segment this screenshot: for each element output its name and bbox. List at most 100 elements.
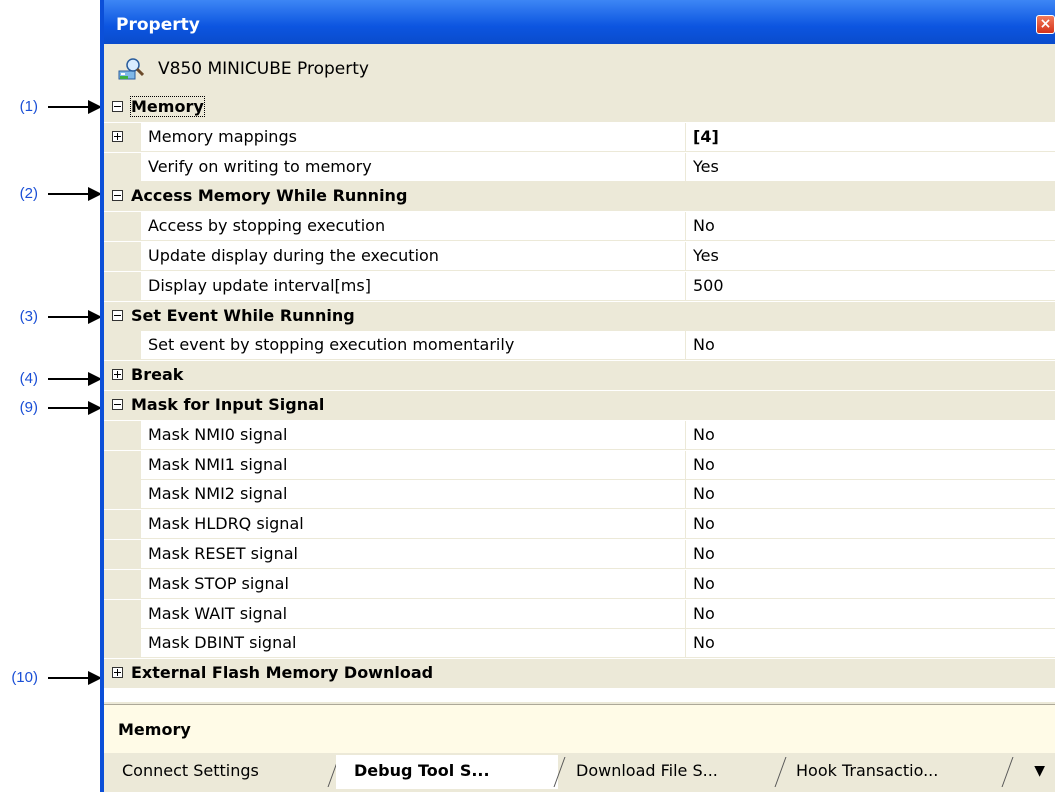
property-name: Display update interval[ms] <box>148 276 371 295</box>
tab-connect-settings[interactable]: Connect Settings <box>104 755 334 789</box>
category-row[interactable]: Access Memory While Running <box>104 182 1055 211</box>
property-value[interactable]: [4] <box>693 127 719 146</box>
property-row[interactable]: Mask STOP signal No <box>104 570 1055 599</box>
property-row[interactable]: Mask NMI2 signal No <box>104 480 1055 509</box>
category-name: Mask for Input Signal <box>131 395 325 414</box>
property-value[interactable]: No <box>693 335 715 354</box>
close-icon[interactable]: × <box>1036 15 1055 34</box>
row-gutter <box>104 331 141 360</box>
category-row[interactable]: External Flash Memory Download <box>104 659 1055 688</box>
collapse-icon[interactable] <box>112 310 123 321</box>
property-value[interactable]: No <box>693 514 715 533</box>
tab-hook-transaction-settings[interactable]: Hook Transactio... <box>784 755 1008 789</box>
arrow-line <box>48 407 90 409</box>
property-name: Memory mappings <box>148 127 297 146</box>
property-value[interactable]: Yes <box>693 246 719 265</box>
row-gutter <box>104 510 141 539</box>
property-row[interactable]: Memory mappings [4] <box>104 123 1055 152</box>
annotation-label: (1) <box>19 98 38 115</box>
tab-download-file-settings[interactable]: Download File S... <box>562 755 780 789</box>
property-row[interactable]: Access by stopping execution No <box>104 212 1055 241</box>
property-value[interactable]: No <box>693 455 715 474</box>
row-gutter <box>104 451 141 480</box>
property-row[interactable]: Display update interval[ms] 500 <box>104 272 1055 301</box>
property-name: Mask RESET signal <box>148 544 298 563</box>
property-row[interactable]: Verify on writing to memory Yes <box>104 153 1055 182</box>
property-name: Access by stopping execution <box>148 216 386 235</box>
column-divider <box>685 242 686 271</box>
property-name: Mask NMI0 signal <box>148 425 288 444</box>
property-value[interactable]: No <box>693 544 715 563</box>
property-row[interactable]: Set event by stopping execution momentar… <box>104 331 1055 360</box>
column-divider <box>685 331 686 360</box>
column-divider <box>685 272 686 301</box>
property-value[interactable]: No <box>693 604 715 623</box>
column-divider <box>685 540 686 569</box>
property-name: Mask STOP signal <box>148 574 289 593</box>
property-row[interactable]: Mask DBINT signal No <box>104 629 1055 658</box>
property-name: Mask DBINT signal <box>148 633 297 652</box>
property-value[interactable]: Yes <box>693 157 719 176</box>
row-gutter <box>104 540 141 569</box>
property-row[interactable]: Mask HLDRQ signal No <box>104 510 1055 539</box>
collapse-icon[interactable] <box>112 399 123 410</box>
property-name: Mask HLDRQ signal <box>148 514 304 533</box>
category-name: Memory <box>130 96 205 117</box>
arrow-line <box>48 677 90 679</box>
property-row[interactable]: Mask NMI1 signal No <box>104 451 1055 480</box>
row-gutter <box>104 153 141 182</box>
category-name: External Flash Memory Download <box>131 663 434 682</box>
arrow-line <box>48 378 90 380</box>
property-row[interactable]: Mask WAIT signal No <box>104 600 1055 629</box>
property-value[interactable]: No <box>693 425 715 444</box>
tab-strip: Connect Settings Debug Tool S... Downloa… <box>104 753 1055 792</box>
annotation-3: (3) <box>0 307 102 327</box>
tab-debug-tool-settings[interactable]: Debug Tool S... <box>336 755 558 789</box>
property-value[interactable]: No <box>693 216 715 235</box>
property-row[interactable]: Update display during the execution Yes <box>104 242 1055 271</box>
expand-icon[interactable] <box>112 131 123 142</box>
property-name: Update display during the execution <box>148 246 439 265</box>
description-area: Memory <box>104 704 1055 753</box>
property-value[interactable]: 500 <box>693 276 724 295</box>
collapse-icon[interactable] <box>112 101 123 112</box>
annotation-label: (2) <box>19 185 38 202</box>
column-divider <box>685 600 686 629</box>
property-value[interactable]: No <box>693 484 715 503</box>
title-bar[interactable]: Property × <box>104 0 1055 44</box>
column-divider <box>685 212 686 241</box>
expand-icon[interactable] <box>112 369 123 380</box>
property-icon <box>118 58 144 80</box>
property-name: Mask WAIT signal <box>148 604 288 623</box>
row-gutter <box>104 421 141 450</box>
category-row[interactable]: Mask for Input Signal <box>104 391 1055 420</box>
expand-icon[interactable] <box>112 667 123 678</box>
property-value[interactable]: No <box>693 574 715 593</box>
row-gutter <box>104 629 141 658</box>
row-gutter <box>104 272 141 301</box>
annotation-label: (4) <box>19 370 38 387</box>
category-row[interactable]: Set Event While Running <box>104 302 1055 331</box>
property-header: V850 MINICUBE Property <box>104 44 1055 93</box>
property-name: Mask NMI1 signal <box>148 455 288 474</box>
tab-scroll-down-icon[interactable]: ▼ <box>1034 763 1045 779</box>
column-divider <box>685 421 686 450</box>
column-divider <box>685 510 686 539</box>
category-name: Set Event While Running <box>131 306 355 325</box>
property-row[interactable]: Mask NMI0 signal No <box>104 421 1055 450</box>
property-value[interactable]: No <box>693 633 715 652</box>
property-name: Mask NMI2 signal <box>148 484 288 503</box>
property-grid[interactable]: Memory Memory mappings [4] Verify on writin… <box>104 93 1055 702</box>
column-divider <box>685 570 686 599</box>
column-divider <box>685 480 686 509</box>
collapse-icon[interactable] <box>112 190 123 201</box>
property-row[interactable]: Mask RESET signal No <box>104 540 1055 569</box>
arrow-line <box>48 193 90 195</box>
category-row[interactable]: Memory <box>104 93 1055 122</box>
column-divider <box>685 451 686 480</box>
category-row[interactable]: Break <box>104 361 1055 390</box>
column-divider <box>685 123 686 152</box>
annotation-label: (9) <box>19 399 38 416</box>
row-gutter <box>104 600 141 629</box>
column-divider <box>685 629 686 658</box>
